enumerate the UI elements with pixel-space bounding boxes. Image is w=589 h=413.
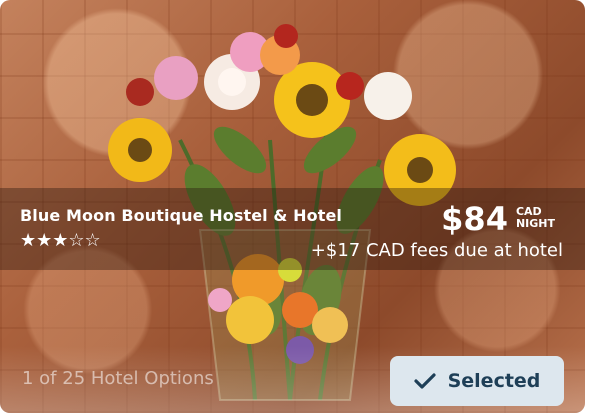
price-amount: $84 [441, 200, 508, 238]
hotel-card[interactable]: Blue Moon Boutique Hostel & Hotel ★★★☆☆ … [0, 0, 585, 413]
price-period: NIGHT [515, 217, 555, 230]
selected-button[interactable]: Selected [390, 356, 564, 406]
hotel-fees: +$17 CAD fees due at hotel [310, 240, 563, 261]
price-unit: CAD NIGHT [516, 206, 555, 230]
star-rating-text: ★★★☆☆ [20, 230, 101, 251]
star-rating: ★★★☆☆ [20, 232, 101, 250]
hotel-name: Blue Moon Boutique Hostel & Hotel [20, 206, 342, 225]
check-icon [413, 373, 436, 389]
options-count: 1 of 25 Hotel Options [22, 368, 214, 389]
nightly-price: $84 CAD NIGHT [441, 200, 555, 238]
selected-label: Selected [447, 370, 541, 392]
